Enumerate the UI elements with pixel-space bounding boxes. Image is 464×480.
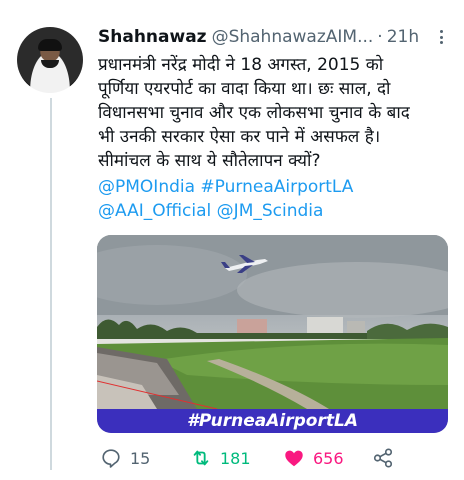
heart-icon [285,450,303,467]
avatar-beard [41,60,59,68]
media-caption: #PurneaAirportLA [97,409,448,433]
tweet-actions: 15 181 656 [100,446,400,470]
avatar-hair [38,39,62,51]
author-handle[interactable]: @ShahnawazAIM... [212,27,374,47]
tweet-media-image[interactable]: #PurneaAirportLA [97,235,448,433]
airport-scene-illustration [97,235,448,410]
reply-count: 15 [130,448,151,468]
share-button[interactable] [372,447,394,469]
retweet-count: 181 [220,448,251,468]
reply-button[interactable]: 15 [100,447,150,469]
retweet-icon [193,450,209,466]
tweet-links: @PMOIndia #PurneaAirportLA @AAI_Official… [98,175,450,223]
share-icon [373,448,393,468]
thread-line [50,98,52,470]
separator-dot: · [377,27,383,47]
more-icon[interactable] [434,28,448,46]
reply-icon [102,449,120,468]
like-count: 656 [313,448,344,468]
retweet-button[interactable]: 181 [190,447,251,469]
tweet-time[interactable]: 21h [387,27,419,47]
like-button[interactable]: 656 [283,447,344,469]
link-line[interactable]: @AAI_Official @JM_Scindia [98,199,450,223]
link-line[interactable]: @PMOIndia #PurneaAirportLA [98,175,450,199]
tweet-text: प्रधानमंत्री नरेंद्र मोदी ने 18 अगस्त, 2… [98,55,410,171]
author-name[interactable]: Shahnawaz [98,27,207,47]
tweet-header: Shahnawaz @ShahnawazAIM... · 21h [98,24,448,50]
avatar[interactable] [17,27,83,93]
